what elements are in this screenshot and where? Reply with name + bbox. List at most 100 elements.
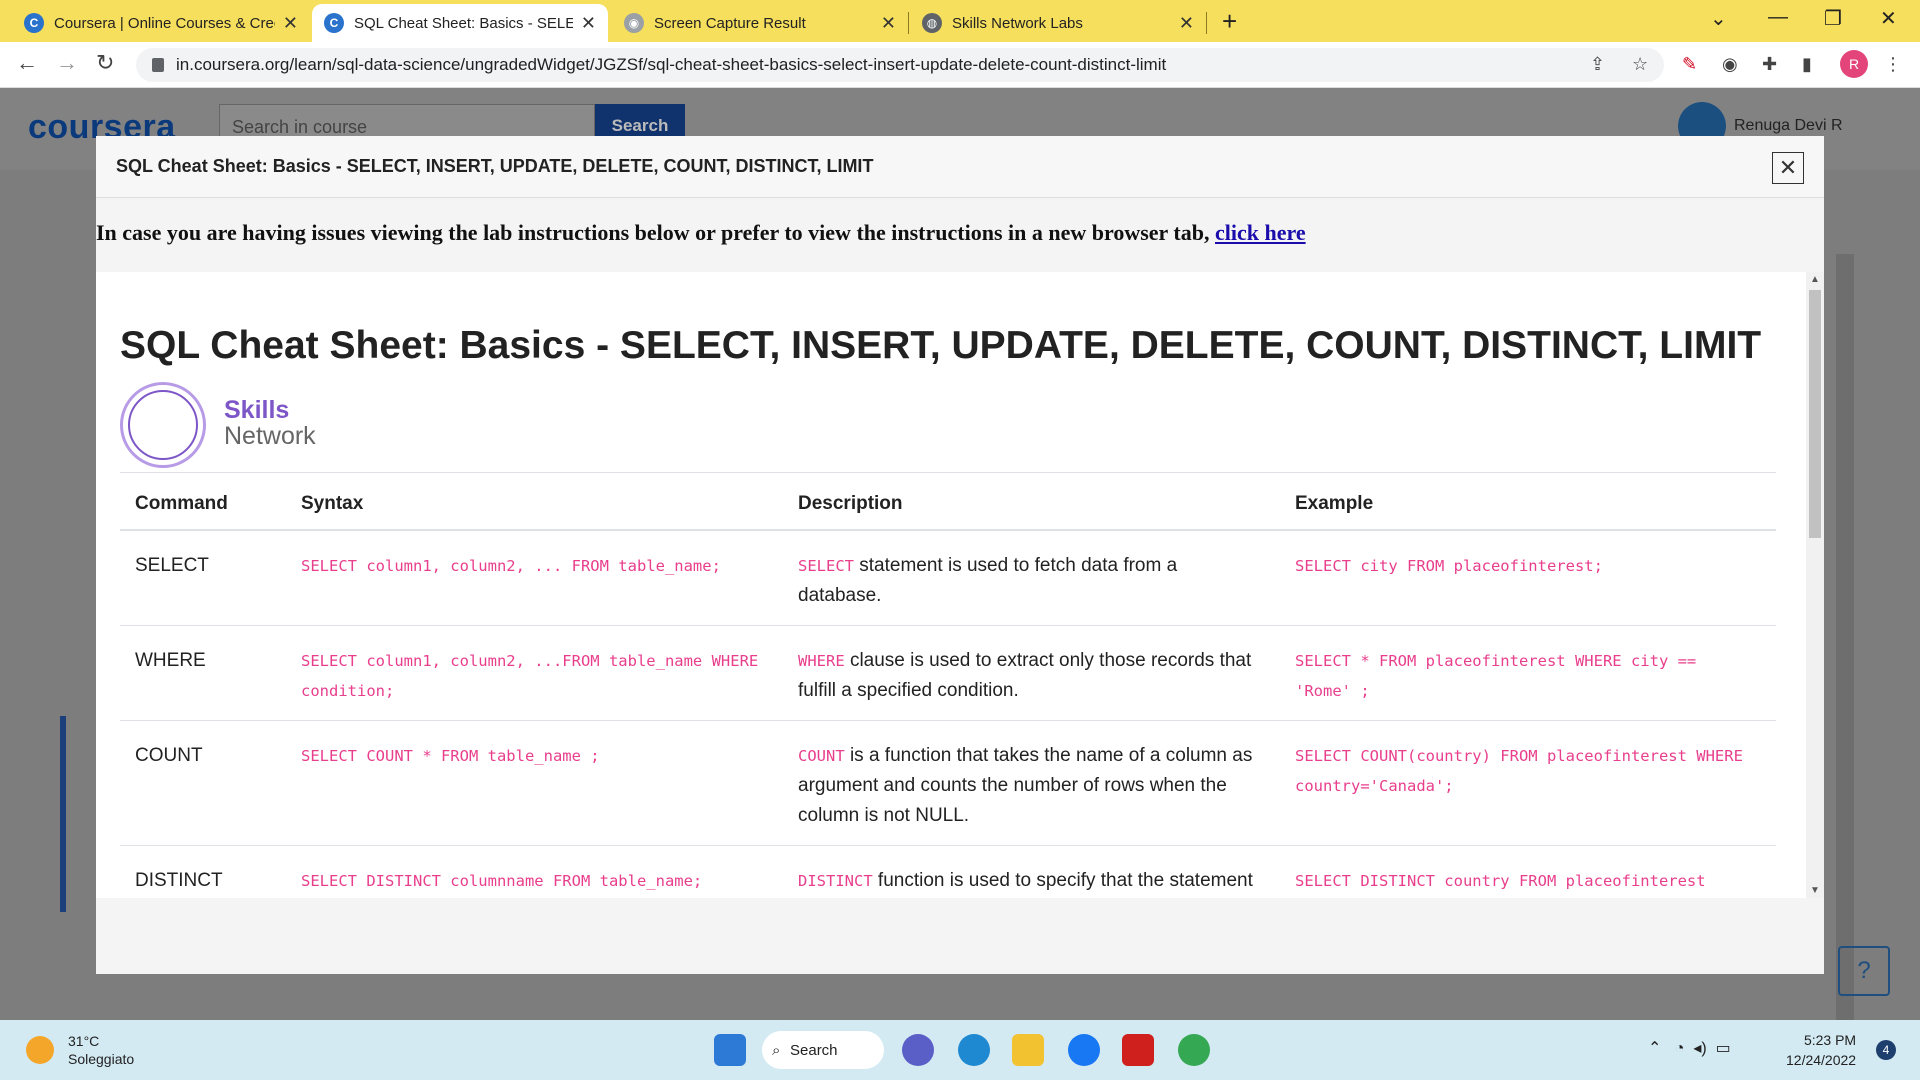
example-cell: SELECT city FROM placeofinterest; (1295, 557, 1603, 575)
tab-title: SQL Cheat Sheet: Basics - SELECT (354, 14, 573, 32)
address-bar[interactable]: in.coursera.org/learn/sql-data-science/u… (136, 48, 1664, 82)
header-syntax: Syntax (286, 472, 783, 531)
side-panel-icon[interactable]: ▮ (1802, 54, 1812, 75)
scrollbar-thumb[interactable] (1809, 290, 1821, 538)
frame-scrollbar[interactable]: ▲ ▼ (1806, 272, 1824, 898)
tab-title: Skills Network Labs (952, 14, 1083, 32)
acrobat-icon[interactable] (1122, 1034, 1154, 1066)
weather-widget[interactable]: 31°C Soleggiato (26, 1032, 134, 1068)
page-scrollbar[interactable] (1836, 254, 1854, 1020)
close-icon[interactable]: ✕ (581, 13, 596, 34)
command-cell: DISTINCT (120, 845, 286, 898)
volume-icon[interactable]: ◂) (1693, 1040, 1706, 1057)
notification-badge[interactable]: 4 (1876, 1040, 1896, 1060)
tab-coursera[interactable]: C Coursera | Online Courses & Crec ✕ (12, 4, 310, 42)
clock-time: 5:23 PM (1803, 1032, 1857, 1048)
chevron-up-icon[interactable]: ⌃ (1648, 1040, 1661, 1057)
lab-modal: SQL Cheat Sheet: Basics - SELECT, INSERT… (96, 136, 1824, 974)
modal-header: SQL Cheat Sheet: Basics - SELECT, INSERT… (96, 136, 1824, 198)
description-code: COUNT (798, 747, 845, 765)
camera-icon: ◉ (624, 13, 644, 33)
tab-skills-network[interactable]: ◍ Skills Network Labs ✕ (910, 4, 1206, 42)
taskbar: 31°C Soleggiato ⌕ Search ⌃ ◔ ◂) ▭ 5:23 P… (0, 1020, 1920, 1080)
close-icon[interactable]: ✕ (1179, 13, 1194, 34)
cheat-sheet-table: Command Syntax Description Example SELEC… (120, 472, 1776, 898)
tab-sql-cheat-sheet[interactable]: C SQL Cheat Sheet: Basics - SELECT ✕ (312, 4, 608, 42)
file-explorer-icon[interactable] (1012, 1034, 1044, 1066)
description-code: DISTINCT (798, 872, 873, 890)
tab-title: Coursera | Online Courses & Crec (54, 14, 275, 32)
coursera-icon: C (324, 13, 344, 33)
notice-message: In case you are having issues viewing th… (96, 220, 1215, 245)
active-item-indicator (60, 716, 66, 912)
globe-icon: ◍ (922, 13, 942, 33)
window-close-button[interactable]: ✕ (1880, 6, 1897, 31)
instructions-frame: SQL Cheat Sheet: Basics - SELECT, INSERT… (96, 272, 1806, 898)
table-row: SELECT SELECT column1, column2, ... FROM… (120, 530, 1776, 626)
wifi-icon[interactable]: ◔ (1675, 1040, 1685, 1057)
url-text: in.coursera.org/learn/sql-data-science/u… (176, 55, 1167, 74)
minimize-button[interactable]: — (1768, 6, 1788, 29)
close-icon[interactable]: ✕ (283, 13, 298, 34)
tab-screen-capture[interactable]: ◉ Screen Capture Result ✕ (612, 4, 908, 42)
tab-search-icon[interactable]: ⌄ (1710, 6, 1727, 31)
temperature: 31°C (68, 1033, 100, 1049)
lock-icon (152, 58, 164, 72)
header-description: Description (783, 472, 1280, 531)
help-button[interactable]: ? (1838, 946, 1890, 996)
syntax-cell: SELECT column1, column2, ...FROM table_n… (301, 652, 759, 700)
description-cell: DISTINCT function is used to specify tha… (783, 845, 1280, 898)
chrome-icon[interactable] (1178, 1034, 1210, 1066)
modal-title: SQL Cheat Sheet: Basics - SELECT, INSERT… (116, 156, 874, 176)
system-tray[interactable]: ⌃ ◔ ◂) ▭ (1648, 1038, 1731, 1058)
pen-extension-icon[interactable]: ✎ (1682, 54, 1697, 75)
teams-chat-icon[interactable] (902, 1034, 934, 1066)
edge-icon[interactable] (958, 1034, 990, 1066)
profile-avatar[interactable]: R (1840, 50, 1868, 78)
menu-icon[interactable]: ⋮ (1884, 54, 1902, 75)
clock[interactable]: 5:23 PM 12/24/2022 (1786, 1030, 1856, 1070)
weather-sun-icon (26, 1036, 54, 1064)
notice-text: In case you are having issues viewing th… (96, 220, 1306, 246)
modal-close-button[interactable]: ✕ (1772, 152, 1804, 184)
syntax-cell: SELECT DISTINCT columnname FROM table_na… (301, 872, 703, 890)
table-header-row: Command Syntax Description Example (120, 472, 1776, 531)
command-cell: COUNT (120, 720, 286, 846)
search-icon: ⌕ (772, 1041, 781, 1059)
syntax-cell: SELECT COUNT * FROM table_name ; (301, 747, 600, 765)
battery-icon[interactable]: ▭ (1716, 1040, 1731, 1057)
example-cell: SELECT * FROM placeofinterest WHERE city… (1295, 652, 1697, 700)
description-code: WHERE (798, 652, 845, 670)
reload-button[interactable]: ↻ (96, 50, 114, 76)
tab-separator (1206, 12, 1207, 34)
windows-start-icon[interactable] (714, 1034, 746, 1066)
description-cell: COUNT is a function that takes the name … (783, 720, 1280, 846)
bookmark-star-icon[interactable]: ☆ (1632, 54, 1648, 75)
command-cell: SELECT (120, 530, 286, 626)
coursera-icon: C (24, 13, 44, 33)
new-tab-button[interactable]: + (1222, 6, 1237, 37)
example-cell: SELECT DISTINCT country FROM placeofinte… (1295, 872, 1706, 890)
taskbar-search[interactable]: ⌕ Search (762, 1031, 884, 1069)
brand-line-2: Network (224, 422, 316, 450)
share-icon[interactable]: ⇪ (1590, 54, 1605, 75)
scroll-down-icon[interactable]: ▼ (1810, 885, 1820, 896)
doc-title: SQL Cheat Sheet: Basics - SELECT, INSERT… (120, 324, 1762, 367)
extensions-icon[interactable]: ✚ (1762, 54, 1777, 75)
camera-extension-icon[interactable]: ◉ (1722, 54, 1738, 75)
taskbar-search-label: Search (790, 1041, 838, 1059)
header-command: Command (120, 472, 286, 531)
description-cell: WHERE clause is used to extract only tho… (783, 625, 1280, 721)
header-example: Example (1280, 472, 1776, 531)
close-icon[interactable]: ✕ (881, 13, 896, 34)
description-cell: SELECT statement is used to fetch data f… (783, 530, 1280, 626)
facebook-icon[interactable] (1068, 1034, 1100, 1066)
restore-button[interactable]: ❐ (1824, 6, 1842, 31)
description-text: clause is used to extract only those rec… (798, 650, 1252, 701)
scroll-up-icon[interactable]: ▲ (1810, 274, 1820, 285)
click-here-link[interactable]: click here (1215, 220, 1306, 245)
table-row: COUNT SELECT COUNT * FROM table_name ; C… (120, 720, 1776, 846)
skills-network-logo-icon (120, 382, 206, 468)
back-button[interactable]: ← (16, 50, 38, 76)
forward-button[interactable]: → (56, 50, 78, 76)
